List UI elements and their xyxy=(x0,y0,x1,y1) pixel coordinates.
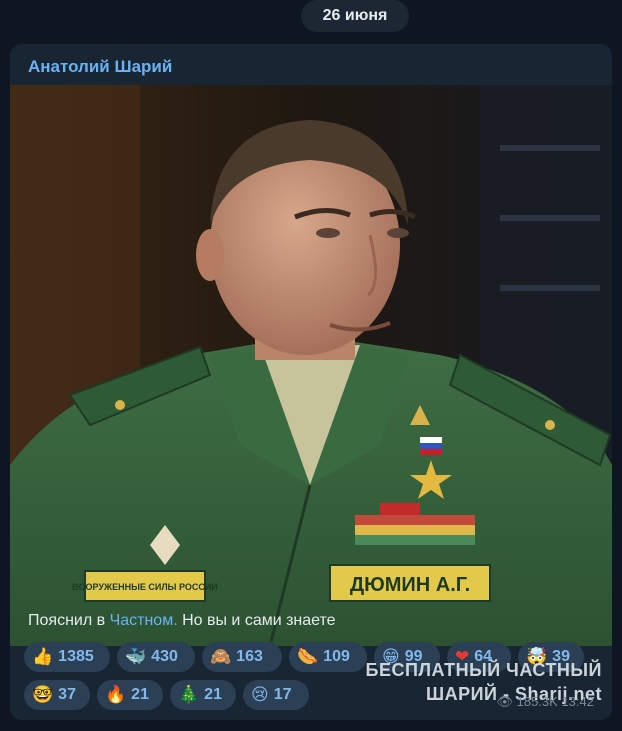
monkey-icon: 🙈 xyxy=(210,647,232,667)
reaction-count: 21 xyxy=(131,686,149,703)
reaction-whale[interactable]: 🐳 430 xyxy=(117,642,195,672)
nerd-icon: 🤓 xyxy=(32,685,54,705)
watermark-line1: БЕСПЛАТНЫЙ ЧАСТНЫЙ xyxy=(365,660,602,680)
date-separator: 26 июня xyxy=(301,0,409,32)
reaction-count: 37 xyxy=(58,686,76,703)
views-count: 185.3K xyxy=(516,694,558,709)
reaction-count: 163 xyxy=(236,648,263,665)
thumbs-up-icon: 👍 xyxy=(32,647,54,667)
message-time: 13:42 xyxy=(561,694,594,709)
message-bubble[interactable]: Анатолий Шарий ДЮМИН А.Г. ВООРУЖЕННЫЕ СИ… xyxy=(10,44,612,720)
reaction-count: 1385 xyxy=(58,648,94,665)
whale-icon: 🐳 xyxy=(125,647,147,667)
author-name[interactable]: Анатолий Шарий xyxy=(28,57,172,77)
reaction-see-no-evil[interactable]: 🙈 163 xyxy=(202,642,282,672)
hotdog-icon: 🌭 xyxy=(297,647,319,667)
reaction-count: 21 xyxy=(204,686,222,703)
christmas-tree-icon: 🎄 xyxy=(178,685,200,705)
reaction-fire[interactable]: 🔥 21 xyxy=(97,680,163,710)
reaction-thumbs-up[interactable]: 👍 1385 xyxy=(24,642,110,672)
reaction-count: 109 xyxy=(323,648,350,665)
reaction-count: 17 xyxy=(273,686,292,703)
reaction-crying[interactable]: 😢 17 xyxy=(243,680,309,710)
caption-text-before: Пояснил в xyxy=(28,612,110,629)
message-meta: 👁 185.3K 13:42 xyxy=(496,694,594,710)
date-label: 26 июня xyxy=(322,7,388,24)
reaction-christmas-tree[interactable]: 🎄 21 xyxy=(170,680,236,710)
caption-link[interactable]: Частном. xyxy=(110,612,178,629)
reaction-count: 430 xyxy=(151,648,178,665)
caption-text-after: Но вы и сами знаете xyxy=(177,612,336,629)
crying-icon: 😢 xyxy=(251,685,269,705)
reaction-nerd[interactable]: 🤓 37 xyxy=(24,680,90,710)
reaction-hotdog[interactable]: 🌭 109 xyxy=(289,642,367,672)
eye-icon: 👁 xyxy=(496,694,513,709)
patch-text: ВООРУЖЕННЫЕ СИЛЫ РОССИИ xyxy=(72,582,218,592)
fire-icon: 🔥 xyxy=(105,685,127,705)
name-badge-text: ДЮМИН А.Г. xyxy=(350,574,470,596)
post-caption: Пояснил в Частном. Но вы и сами знаете xyxy=(28,612,336,630)
post-photo[interactable]: ДЮМИН А.Г. ВООРУЖЕННЫЕ СИЛЫ РОССИИ xyxy=(10,85,612,646)
